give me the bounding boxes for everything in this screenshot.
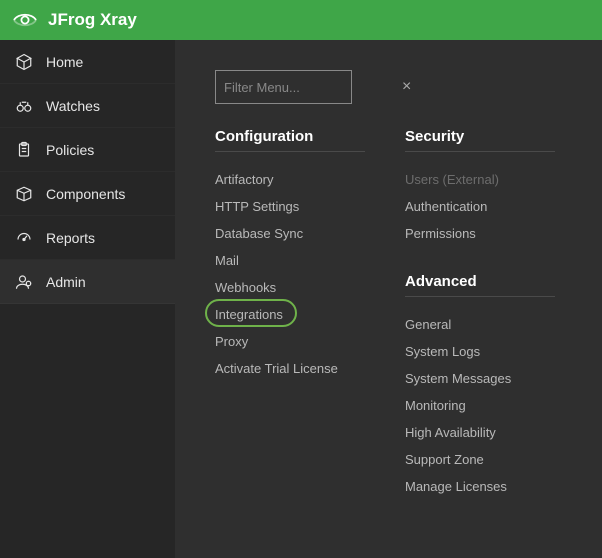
filter-menu-input[interactable]: [224, 80, 400, 95]
section-configuration: Configuration Artifactory HTTP Settings …: [215, 128, 405, 382]
section-title: Security: [405, 128, 555, 152]
sidebar: Home Watches Policies: [0, 40, 175, 558]
link-system-messages[interactable]: System Messages: [405, 365, 511, 392]
link-permissions[interactable]: Permissions: [405, 220, 476, 247]
sidebar-item-label: Watches: [46, 98, 100, 114]
sidebar-item-admin[interactable]: Admin: [0, 260, 175, 304]
sidebar-item-label: Home: [46, 54, 83, 70]
sidebar-item-home[interactable]: Home: [0, 40, 175, 84]
clear-filter-icon[interactable]: ×: [400, 78, 413, 96]
binoculars-icon: [14, 97, 34, 115]
admin-panel: × Configuration Artifactory HTTP Setting…: [175, 40, 602, 558]
sidebar-item-policies[interactable]: Policies: [0, 128, 175, 172]
package-icon: [14, 185, 34, 203]
sidebar-item-watches[interactable]: Watches: [0, 84, 175, 128]
admin-user-icon: [14, 273, 34, 291]
link-general[interactable]: General: [405, 311, 451, 338]
link-proxy[interactable]: Proxy: [215, 328, 248, 355]
sidebar-item-label: Components: [46, 186, 125, 202]
link-http-settings[interactable]: HTTP Settings: [215, 193, 299, 220]
sidebar-item-reports[interactable]: Reports: [0, 216, 175, 260]
cube-icon: [14, 53, 34, 71]
link-activate-trial-license[interactable]: Activate Trial License: [215, 355, 338, 382]
link-database-sync[interactable]: Database Sync: [215, 220, 303, 247]
sidebar-item-label: Policies: [46, 142, 94, 158]
link-users-external[interactable]: Users (External): [405, 166, 499, 193]
link-authentication[interactable]: Authentication: [405, 193, 487, 220]
link-system-logs[interactable]: System Logs: [405, 338, 480, 365]
clipboard-icon: [14, 141, 34, 159]
section-advanced: Advanced General System Logs System Mess…: [405, 273, 595, 500]
link-integrations[interactable]: Integrations: [215, 301, 283, 328]
link-high-availability[interactable]: High Availability: [405, 419, 496, 446]
app-header: JFrog Xray: [0, 0, 602, 40]
link-webhooks[interactable]: Webhooks: [215, 274, 276, 301]
filter-menu-box: ×: [215, 70, 352, 104]
sidebar-item-components[interactable]: Components: [0, 172, 175, 216]
section-title: Configuration: [215, 128, 365, 152]
eye-logo-icon: [12, 11, 38, 29]
section-title: Advanced: [405, 273, 555, 297]
link-integrations-label: Integrations: [215, 307, 283, 322]
link-artifactory[interactable]: Artifactory: [215, 166, 274, 193]
link-manage-licenses[interactable]: Manage Licenses: [405, 473, 507, 500]
sidebar-item-label: Reports: [46, 230, 95, 246]
link-monitoring[interactable]: Monitoring: [405, 392, 466, 419]
gauge-icon: [14, 229, 34, 247]
link-support-zone[interactable]: Support Zone: [405, 446, 484, 473]
section-security: Security Users (External) Authentication…: [405, 128, 595, 247]
app-title: JFrog Xray: [48, 10, 137, 30]
sidebar-item-label: Admin: [46, 274, 86, 290]
link-mail[interactable]: Mail: [215, 247, 239, 274]
